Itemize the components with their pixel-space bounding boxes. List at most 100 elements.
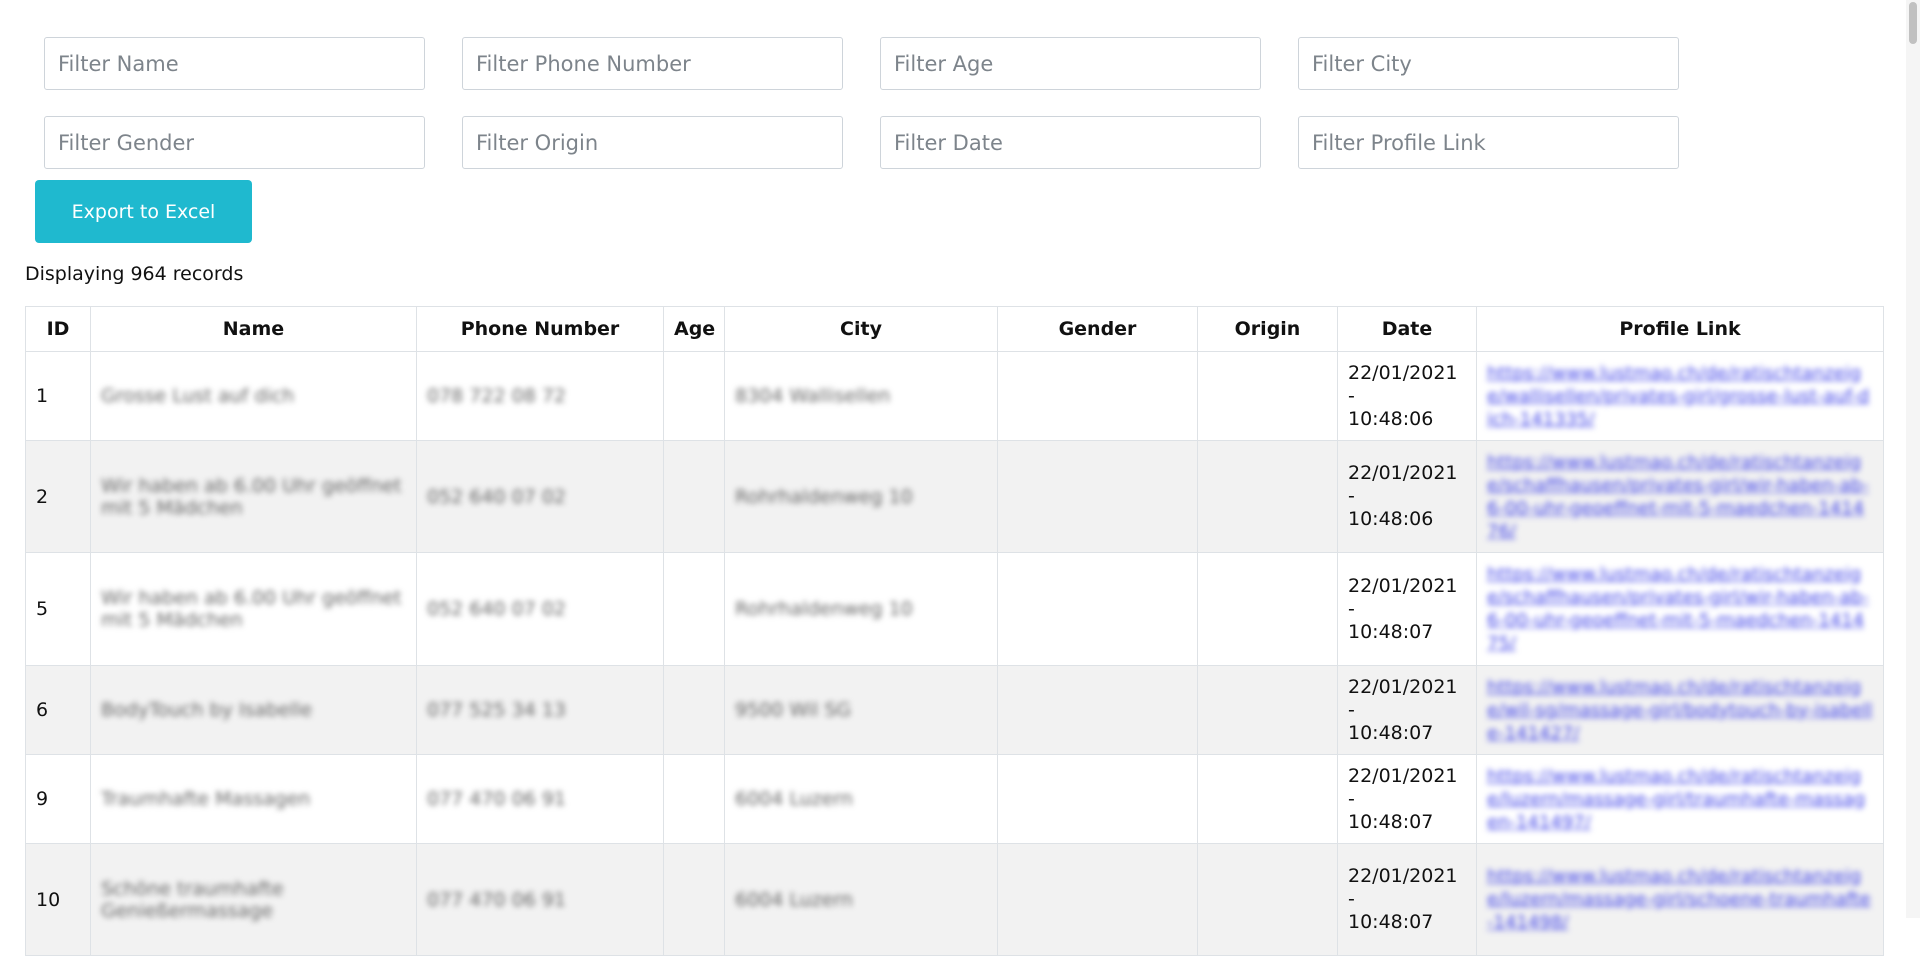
cell-name-text: BodyTouch by Isabelle <box>101 699 313 721</box>
table-row[interactable]: 6 BodyTouch by Isabelle 077 525 34 13 9500 … <box>25 665 1884 755</box>
cell-city-text: Rohrhaldenweg 10 <box>735 485 913 508</box>
cell-id-text: 9 <box>36 788 49 810</box>
cell-origin <box>1197 552 1338 666</box>
cell-phone-text: 078 722 08 72 <box>427 385 567 407</box>
cell-phone-text: 052 640 07 02 <box>427 598 567 620</box>
records-table-container: ID Name Phone Number Age City Gender Origin Dat… <box>25 306 1884 956</box>
cell-city: 6004 Luzern <box>724 843 998 956</box>
column-header-date[interactable]: Date <box>1337 306 1477 352</box>
table-row[interactable]: 1 Grosse Lust auf dich 078 722 08 72 8304 W… <box>25 351 1884 441</box>
column-header-age[interactable]: Age <box>663 306 725 352</box>
profile-link[interactable]: https://www.lustmao.ch/de/ratischtanzeig… <box>1487 677 1872 744</box>
cell-gender <box>997 843 1198 956</box>
column-header-city[interactable]: City <box>724 306 998 352</box>
cell-id: 2 <box>25 440 91 553</box>
column-header-phone[interactable]: Phone Number <box>416 306 664 352</box>
cell-origin <box>1197 754 1338 844</box>
cell-name: BodyTouch by Isabelle <box>90 665 417 755</box>
cell-profile-link: https://www.lustmao.ch/de/ratischtanzeig… <box>1476 440 1884 553</box>
cell-name: Wir haben ab 6.00 Uhr geöffnet mit 5 Mäd… <box>90 552 417 666</box>
cell-city-text: 6004 Luzern <box>735 888 853 911</box>
cell-city: Rohrhaldenweg 10 <box>724 440 998 553</box>
cell-phone: 052 640 07 02 <box>416 440 664 553</box>
column-header-origin[interactable]: Origin <box>1197 306 1338 352</box>
date-line-2: 10:48:07 <box>1348 810 1434 833</box>
table-body: 1 Grosse Lust auf dich 078 722 08 72 8304 W… <box>25 351 1884 956</box>
cell-date: 22/01/2021 -10:48:07 <box>1337 665 1477 755</box>
filter-city-input[interactable] <box>1298 37 1679 90</box>
cell-origin <box>1197 843 1338 956</box>
cell-id-text: 1 <box>36 385 49 407</box>
column-header-id[interactable]: ID <box>25 306 91 352</box>
filter-gender-input[interactable] <box>44 116 425 169</box>
table-row[interactable]: 9 Traumhafte Massagen 077 470 06 91 6004 Lu… <box>25 754 1884 844</box>
filter-age-input[interactable] <box>880 37 1261 90</box>
column-header-name[interactable]: Name <box>90 306 417 352</box>
cell-id: 9 <box>25 754 91 844</box>
cell-name: Traumhafte Massagen <box>90 754 417 844</box>
profile-link[interactable]: https://www.lustmao.ch/de/ratischtanzeig… <box>1487 564 1869 654</box>
cell-id: 5 <box>25 552 91 666</box>
cell-age <box>663 754 725 844</box>
cell-name-text: Wir haben ab 6.00 Uhr geöffnet mit 5 Mäd… <box>101 587 402 631</box>
filter-profile-link-input[interactable] <box>1298 116 1679 169</box>
cell-id-text: 2 <box>36 485 49 508</box>
records-table: ID Name Phone Number Age City Gender Origin Dat… <box>25 306 1884 956</box>
cell-phone: 077 525 34 13 <box>416 665 664 755</box>
cell-id-text: 10 <box>36 888 61 911</box>
cell-city: Rohrhaldenweg 10 <box>724 552 998 666</box>
cell-name-text: Schöne traumhafte Genießermassage <box>101 877 284 922</box>
cell-profile-link: https://www.lustmao.ch/de/ratischtanzeig… <box>1476 351 1884 441</box>
scrollbar-thumb[interactable] <box>1909 2 1917 44</box>
cell-date: 22/01/2021 -10:48:07 <box>1337 754 1477 844</box>
profile-link[interactable]: https://www.lustmao.ch/de/ratischtanzeig… <box>1487 766 1865 833</box>
cell-city-text: 6004 Luzern <box>735 788 853 810</box>
cell-origin <box>1197 351 1338 441</box>
table-row[interactable]: 2 Wir haben ab 6.00 Uhr geöffnet mit 5 Mä… <box>25 440 1884 553</box>
column-header-gender[interactable]: Gender <box>997 306 1198 352</box>
date-line-2: 10:48:06 <box>1348 407 1434 430</box>
cell-gender <box>997 351 1198 441</box>
filter-origin-input[interactable] <box>462 116 843 169</box>
cell-city-text: 9500 Wil SG <box>735 699 852 721</box>
filter-date-input[interactable] <box>880 116 1261 169</box>
profile-link[interactable]: https://www.lustmao.ch/de/ratischtanzeig… <box>1487 866 1871 933</box>
cell-city-text: 8304 Wallisellen <box>735 385 891 407</box>
cell-name: Grosse Lust auf dich <box>90 351 417 441</box>
cell-phone-text: 077 470 06 91 <box>427 788 567 810</box>
cell-city: 6004 Luzern <box>724 754 998 844</box>
cell-profile-link: https://www.lustmao.ch/de/ratischtanzeig… <box>1476 665 1884 755</box>
cell-gender <box>997 552 1198 666</box>
table-row[interactable]: 10 Schöne traumhafte Genießermassage 077 4… <box>25 843 1884 956</box>
cell-name: Wir haben ab 6.00 Uhr geöffnet mit 5 Mäd… <box>90 440 417 553</box>
vertical-scrollbar[interactable] <box>1906 0 1920 918</box>
date-line-1: 22/01/2021 - <box>1348 361 1458 407</box>
date-line-2: 10:48:07 <box>1348 721 1434 744</box>
cell-name-text: Grosse Lust auf dich <box>101 385 295 407</box>
cell-profile-link: https://www.lustmao.ch/de/ratischtanzeig… <box>1476 843 1884 956</box>
cell-id-text: 6 <box>36 699 49 721</box>
cell-id: 10 <box>25 843 91 956</box>
cell-origin <box>1197 440 1338 553</box>
cell-date: 22/01/2021 -10:48:07 <box>1337 843 1477 956</box>
profile-link[interactable]: https://www.lustmao.ch/de/ratischtanzeig… <box>1487 363 1869 430</box>
date-line-2: 10:48:06 <box>1348 508 1434 530</box>
cell-city: 8304 Wallisellen <box>724 351 998 441</box>
export-excel-button[interactable]: Export to Excel <box>35 180 252 243</box>
table-row[interactable]: 5 Wir haben ab 6.00 Uhr geöffnet mit 5 Mä… <box>25 552 1884 666</box>
cell-origin <box>1197 665 1338 755</box>
filter-row-2 <box>44 116 1680 169</box>
filter-phone-input[interactable] <box>462 37 843 90</box>
cell-phone: 077 470 06 91 <box>416 754 664 844</box>
cell-age <box>663 843 725 956</box>
cell-date: 22/01/2021 -10:48:06 <box>1337 351 1477 441</box>
profile-link[interactable]: https://www.lustmao.ch/de/ratischtanzeig… <box>1487 452 1869 542</box>
filter-row-1 <box>44 37 1680 90</box>
filter-name-input[interactable] <box>44 37 425 90</box>
cell-gender <box>997 665 1198 755</box>
cell-phone: 078 722 08 72 <box>416 351 664 441</box>
filter-panel <box>44 37 1680 195</box>
cell-profile-link: https://www.lustmao.ch/de/ratischtanzeig… <box>1476 552 1884 666</box>
table-header-row: ID Name Phone Number Age City Gender Origin Dat… <box>25 306 1884 352</box>
column-header-link[interactable]: Profile Link <box>1476 306 1884 352</box>
